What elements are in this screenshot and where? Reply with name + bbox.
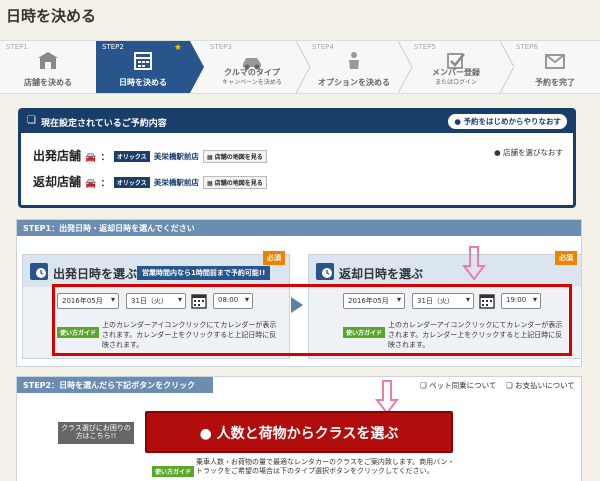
map-icon: ▦ — [207, 154, 213, 161]
calendar-icon — [134, 52, 152, 70]
brand-tag: オリックス — [113, 151, 150, 162]
map-link-label: 店舗の地図を見る — [214, 180, 263, 187]
annotation-arrow-icon — [462, 246, 486, 280]
departure-store-name[interactable]: 美栄橋駅前店 — [154, 152, 199, 161]
return-month-select[interactable]: 2016年05月 — [343, 293, 405, 309]
step-number: STEP3 — [210, 43, 232, 51]
return-guide-tag: 使い方ガイド — [343, 320, 386, 339]
departure-store-row: 出発店舗 🚘 ： オリックス 美栄橋駅前店 ▦ 店舗の地図を見る — [33, 147, 267, 167]
child-seat-icon — [349, 52, 359, 69]
map-link-label: 店舗の地図を見る — [214, 154, 263, 161]
car-icon: 🚘 — [85, 179, 97, 189]
guide-tag-label: 使い方ガイド — [343, 327, 386, 338]
step-progress-bar: STEP1 店舗を決める STEP2 ★ 日時を決める STEP3 クルマのタイ… — [0, 40, 600, 94]
return-title: 返却日時を選ぶ — [339, 267, 424, 281]
step-label-main: メンバー登録 — [432, 67, 480, 77]
reservation-notice: 営業時間内なら1時間前まで予約可能!! — [137, 266, 271, 280]
calendar-clock-icon — [30, 263, 48, 280]
return-store-row: 返却店舗 🚘 ： オリックス 美栄橋駅前店 ▦ 店舗の地図を見る — [33, 173, 267, 193]
colon: ： — [100, 153, 110, 163]
star-icon: ★ — [173, 43, 182, 53]
step-number: STEP1 — [6, 43, 28, 51]
return-time-select[interactable]: 19:00 — [501, 293, 541, 309]
current-reservation-panel: ❏ 現在設定されているご予約内容 ● 予約をはじめからやりなおす ● 店舗を選び… — [18, 108, 576, 208]
class-help-button[interactable]: クラス選びにお困りの方はこちら!! — [58, 422, 134, 444]
departure-guide-tag: 使い方ガイド — [57, 320, 100, 339]
step-label-sub: キャンペーンを決める — [222, 79, 282, 87]
step-label: メンバー登録 またはログイン — [408, 68, 504, 87]
colon: ： — [100, 179, 110, 189]
guide-tag-label: 使い方ガイド — [152, 466, 195, 477]
restart-reservation-button[interactable]: ● 予約をはじめからやりなおす — [448, 114, 567, 129]
choose-class-label: 人数と荷物からクラスを選ぶ — [216, 426, 399, 442]
return-store-label: 返却店舗 — [33, 175, 82, 189]
step-number: STEP6 — [516, 43, 538, 51]
step2-section-title: STEP2：日時を選んだら下記ボタンをクリック — [23, 381, 196, 390]
step1-section-title: STEP1：出発日時・返却日時を選んでください — [23, 224, 195, 233]
required-badge: 必須 — [263, 251, 285, 265]
store-icon — [38, 52, 58, 69]
return-store-map-link[interactable]: ▦ 店舗の地図を見る — [203, 176, 267, 189]
calendar-icon[interactable] — [479, 293, 495, 309]
step-label-sub: またはログイン — [434, 79, 477, 87]
car-icon: 🚘 — [85, 153, 97, 163]
step-label: 店舗を決める — [24, 77, 72, 87]
document-icon: ❏ — [420, 381, 427, 390]
step-label-main: クルマのタイプ — [224, 67, 280, 77]
step-label: 日時を決める — [119, 77, 167, 87]
step-2-current: STEP2 ★ 日時を決める — [96, 41, 190, 93]
step-1[interactable]: STEP1 店舗を決める — [0, 41, 96, 93]
arrow-bullet-icon: ● — [494, 148, 501, 157]
brand-tag: オリックス — [113, 177, 150, 188]
return-store-name[interactable]: 美栄橋駅前店 — [154, 178, 199, 187]
choose-class-by-people-button[interactable]: ● 人数と荷物からクラスを選ぶ — [145, 411, 453, 453]
step-label: オプションを決める — [318, 77, 390, 87]
circle-bullet-icon: ● — [199, 426, 212, 442]
departure-store-map-link[interactable]: ▦ 店舗の地図を見る — [203, 150, 267, 163]
pet-info-link[interactable]: ❏ ペット同乗について — [420, 380, 496, 391]
current-reservation-title: 現在設定されているご予約内容 — [41, 119, 167, 129]
step-number: STEP2 — [102, 43, 124, 51]
return-day-select[interactable]: 31日（火） — [412, 293, 474, 309]
pet-info-label: ペット同乗について — [429, 381, 497, 390]
guide-tag-label: 使い方ガイド — [57, 327, 100, 338]
step-label: 予約を完了 — [535, 77, 575, 87]
bottom-guide-text: 乗車人数・お荷物の量で最適なレンタカーのクラスをご案内致します。商用バン・トラッ… — [196, 458, 455, 476]
step-arrow — [190, 41, 204, 93]
step1-section-bar: STEP1：出発日時・返却日時を選んでください — [17, 220, 581, 236]
step-label: クルマのタイプ キャンペーンを決める — [204, 68, 300, 87]
current-reservation-header: ❏ 現在設定されているご予約内容 ● 予約をはじめからやりなおす — [21, 111, 573, 133]
arrow-bullet-icon: ● — [454, 117, 461, 126]
step-5: STEP5 メンバー登録 またはログイン — [408, 41, 504, 93]
step-number: STEP4 — [312, 43, 334, 51]
choose-store-again-label: 店舗を選びなおす — [503, 148, 563, 157]
step-4: STEP4 オプションを決める — [306, 41, 402, 93]
required-badge: 必須 — [555, 251, 577, 265]
step-number: STEP5 — [414, 43, 436, 51]
map-icon: ▦ — [207, 180, 213, 187]
departure-day-select[interactable]: 31日（火） — [126, 293, 186, 309]
calendar-icon[interactable] — [191, 293, 207, 309]
departure-guide-text: 上のカレンダーアイコンクリックにてカレンダーが表示されます。カレンダー上をクリッ… — [102, 321, 277, 350]
departure-month-select[interactable]: 2016年05月 — [57, 293, 119, 309]
step-6: STEP6 予約を完了 — [510, 41, 600, 93]
restart-reservation-label: 予約をはじめからやりなおす — [463, 117, 562, 126]
step-3: STEP3 クルマのタイプ キャンペーンを決める — [204, 41, 300, 93]
return-guide-text: 上のカレンダーアイコンクリックにてカレンダーが表示されます。カレンダー上をクリッ… — [388, 321, 563, 350]
calendar-clock-icon — [316, 263, 334, 280]
bottom-guide-tag: 使い方ガイド — [152, 459, 195, 478]
document-icon: ❏ — [27, 115, 36, 126]
departure-store-label: 出発店舗 — [33, 149, 82, 163]
step2-section-bar: STEP2：日時を選んだら下記ボタンをクリック — [17, 377, 213, 393]
page-title: 日時を決める — [6, 7, 97, 25]
next-arrow-icon — [291, 297, 303, 313]
payment-info-link[interactable]: ❏ お支払いについて — [506, 380, 575, 391]
annotation-arrow-icon — [375, 380, 399, 414]
departure-title: 出発日時を選ぶ — [53, 267, 138, 281]
payment-info-label: お支払いについて — [515, 381, 575, 390]
document-icon: ❏ — [506, 381, 513, 390]
mail-icon — [545, 54, 565, 69]
departure-time-select[interactable]: 08:00 — [213, 293, 253, 309]
choose-store-again-link[interactable]: ● 店舗を選びなおす — [494, 147, 563, 158]
